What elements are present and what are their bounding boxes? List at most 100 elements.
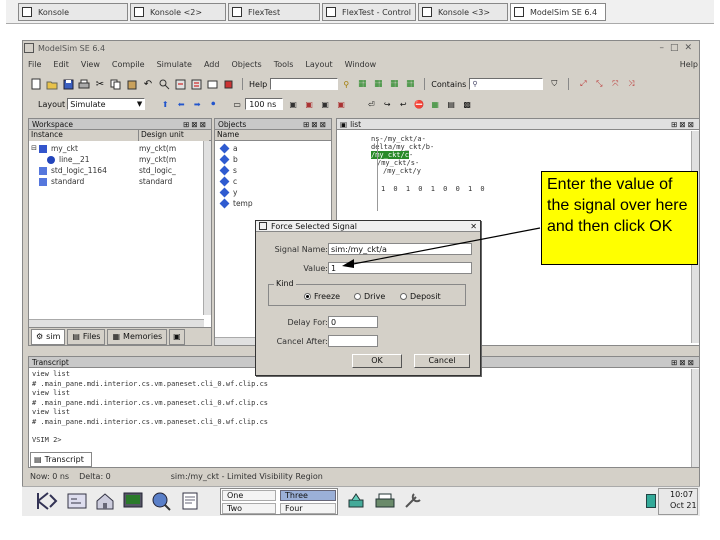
- menu-edit[interactable]: Edit: [53, 60, 69, 69]
- kind-option-drive[interactable]: Drive: [354, 292, 385, 301]
- kind-option-deposit[interactable]: Deposit: [400, 292, 441, 301]
- object-a[interactable]: a: [219, 143, 331, 154]
- menu-compile[interactable]: Compile: [112, 60, 145, 69]
- pane-controls-icon[interactable]: ⊞⊠⊠: [671, 119, 699, 130]
- ok-button[interactable]: OK: [352, 354, 402, 368]
- expand-icon[interactable]: ⊟: [29, 143, 39, 154]
- grid-d-icon[interactable]: ▦: [403, 77, 417, 91]
- undo-icon[interactable]: ↶: [141, 77, 155, 91]
- workspace-scrollbar[interactable]: [203, 141, 211, 315]
- transcript-vscrollbar[interactable]: [691, 369, 699, 467]
- tree-row-line-21[interactable]: line__21 my_ckt(m: [29, 154, 211, 165]
- col-design-unit[interactable]: Design unit: [139, 129, 209, 141]
- stop-icon[interactable]: ▣: [334, 97, 348, 111]
- zoom-full-icon[interactable]: ⤧: [608, 77, 622, 91]
- workspace-hscrollbar[interactable]: [29, 319, 204, 327]
- performance-icon[interactable]: ▦: [428, 97, 442, 111]
- delay-field[interactable]: 0: [328, 316, 378, 328]
- layout-select[interactable]: Simulate ▼: [67, 98, 146, 110]
- tools-icon[interactable]: [400, 490, 426, 512]
- printer-icon[interactable]: [372, 490, 398, 512]
- objects-col-name[interactable]: Name: [215, 130, 331, 141]
- tab-more[interactable]: ▣: [169, 328, 185, 345]
- cancel-after-field[interactable]: [328, 335, 378, 347]
- compile-icon[interactable]: [173, 77, 187, 91]
- find-icon[interactable]: [157, 77, 171, 91]
- menu-window[interactable]: Window: [345, 60, 377, 69]
- object-c[interactable]: c: [219, 176, 331, 187]
- transcript-text[interactable]: view list # .main_pane.mdi.interior.cs.v…: [29, 368, 699, 448]
- object-s[interactable]: s: [219, 165, 331, 176]
- desktop-four[interactable]: Four: [280, 503, 336, 514]
- taskbar-tab-konsole[interactable]: Konsole: [18, 3, 128, 21]
- print-icon[interactable]: [77, 77, 91, 91]
- menu-tools[interactable]: Tools: [274, 60, 294, 69]
- tree-row-my-ckt[interactable]: ⊟ my_ckt my_ckt(m: [29, 143, 211, 154]
- run-all-icon[interactable]: ▣: [318, 97, 332, 111]
- grid-b-icon[interactable]: ▦: [371, 77, 385, 91]
- desktop-one[interactable]: One: [222, 490, 276, 501]
- object-y[interactable]: y: [219, 187, 331, 198]
- browser-icon[interactable]: [148, 490, 174, 512]
- grid-c-icon[interactable]: ▦: [387, 77, 401, 91]
- run-icon[interactable]: ▣: [286, 97, 300, 111]
- taskbar-tab-konsole-3[interactable]: Konsole <3>: [418, 3, 508, 21]
- step-left-icon[interactable]: ⬅: [174, 97, 188, 111]
- menu-help[interactable]: Help: [680, 60, 698, 69]
- tray-icon[interactable]: [646, 494, 656, 508]
- open-folder-icon[interactable]: [45, 77, 59, 91]
- radio-drive[interactable]: [354, 293, 361, 300]
- pane-controls-icon[interactable]: ⊞⊠⊠: [303, 119, 331, 130]
- col-instance[interactable]: Instance: [29, 129, 139, 141]
- grid-a-icon[interactable]: ▦: [355, 77, 369, 91]
- terminal-icon[interactable]: [120, 490, 146, 512]
- menu-layout[interactable]: Layout: [305, 60, 332, 69]
- wave-icon[interactable]: ▩: [460, 97, 474, 111]
- filter-icon[interactable]: ⛉: [547, 77, 561, 91]
- taskbar-tab-flextest-control[interactable]: FlexTest - Control: [322, 3, 416, 21]
- help-search-input[interactable]: [270, 78, 339, 90]
- continue-icon[interactable]: ▣: [302, 97, 316, 111]
- tree-row-standard[interactable]: standard standard: [29, 176, 211, 187]
- new-file-icon[interactable]: [29, 77, 43, 91]
- text-editor-icon[interactable]: [178, 490, 202, 512]
- home-icon[interactable]: [92, 490, 118, 512]
- menu-objects[interactable]: Objects: [231, 60, 261, 69]
- copy-icon[interactable]: [109, 77, 123, 91]
- break-icon[interactable]: [221, 77, 235, 91]
- desktop-three[interactable]: Three: [280, 490, 336, 501]
- kde-menu-icon[interactable]: [34, 490, 60, 512]
- step-over-icon[interactable]: ↪: [380, 97, 394, 111]
- step-right-icon[interactable]: ➡: [190, 97, 204, 111]
- restart-icon[interactable]: ⏺: [206, 97, 220, 111]
- object-b[interactable]: b: [219, 154, 331, 165]
- menu-view[interactable]: View: [81, 60, 100, 69]
- network-icon[interactable]: [344, 490, 370, 512]
- simulate-icon[interactable]: [205, 77, 219, 91]
- cut-icon[interactable]: ✂: [93, 77, 107, 91]
- taskbar-tab-konsole-2[interactable]: Konsole <2>: [130, 3, 226, 21]
- taskbar-tab-modelsim[interactable]: ModelSim SE 6.4: [510, 3, 606, 21]
- menu-simulate[interactable]: Simulate: [157, 60, 192, 69]
- cursor-icon[interactable]: ⤨: [624, 77, 638, 91]
- menu-file[interactable]: File: [28, 60, 41, 69]
- memory-icon[interactable]: ▤: [444, 97, 458, 111]
- kind-option-freeze[interactable]: Freeze: [304, 292, 340, 301]
- object-temp[interactable]: temp: [219, 198, 331, 209]
- desktop-two[interactable]: Two: [222, 503, 276, 514]
- tab-files[interactable]: ▤ Files: [67, 328, 106, 345]
- taskbar-tab-flextest[interactable]: FlexTest: [228, 3, 320, 21]
- zoom-in-icon[interactable]: ⤢: [576, 77, 590, 91]
- tab-sim[interactable]: ⚙ sim: [31, 328, 66, 345]
- step-up-icon[interactable]: ⬆: [158, 97, 172, 111]
- run-length-input[interactable]: 100 ns: [245, 98, 284, 110]
- pane-controls-icon[interactable]: ⊞⊠⊠: [183, 119, 211, 130]
- break-sim-icon[interactable]: ⛔: [412, 97, 426, 111]
- pane-controls-icon[interactable]: ⊞⊠⊠: [671, 357, 699, 368]
- contains-input[interactable]: ⚲: [469, 78, 544, 90]
- transcript-tab[interactable]: ▤ Transcript: [30, 452, 92, 467]
- window-controls[interactable]: –□✕: [659, 43, 698, 53]
- menu-add[interactable]: Add: [204, 60, 220, 69]
- compile-all-icon[interactable]: [189, 77, 203, 91]
- paste-icon[interactable]: [125, 77, 139, 91]
